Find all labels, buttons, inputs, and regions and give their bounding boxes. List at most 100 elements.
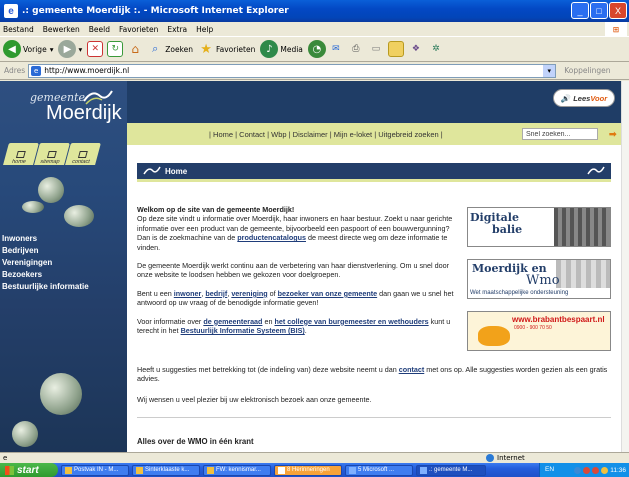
home-icon[interactable]: ⌂ bbox=[127, 41, 143, 57]
mail-icon[interactable]: ✉ bbox=[328, 41, 344, 57]
link-productencatalogus[interactable]: productencatalogus bbox=[237, 233, 306, 242]
favorites-label: Favorieten bbox=[216, 44, 256, 54]
folder-icon[interactable] bbox=[387, 41, 404, 57]
sidenav-inwoners[interactable]: Inwoners bbox=[2, 233, 89, 245]
address-dropdown-icon[interactable]: ▾ bbox=[543, 64, 556, 77]
link-gemeenteraad[interactable]: de gemeenteraad bbox=[203, 317, 262, 326]
menu-bewerken[interactable]: Bewerken bbox=[43, 25, 80, 34]
closing-text: Wij wensen u veel plezier bij uw elektro… bbox=[137, 395, 372, 404]
favorites-star-icon: ★ bbox=[200, 41, 212, 57]
link-bezoeker[interactable]: bezoeker van onze gemeente bbox=[278, 289, 377, 298]
task-gemeente[interactable]: .: gemeente M... bbox=[416, 464, 486, 476]
task-microsoft[interactable]: 5 Microsoft ... bbox=[345, 464, 413, 476]
menu-bestand[interactable]: Bestand bbox=[3, 25, 34, 34]
p3-text: Bent u een bbox=[137, 288, 174, 298]
globe-icon bbox=[486, 454, 494, 462]
address-bar: Adres e http://www.moerdijk.nl ▾ Koppeli… bbox=[0, 62, 629, 80]
banner-brabantbespaart[interactable]: www.brabantbespaart.nl 0900 - 900 70 50 bbox=[467, 311, 611, 351]
clock: 11:36 bbox=[610, 466, 626, 474]
link-vereniging[interactable]: vereniging bbox=[231, 289, 267, 298]
task-label: 5 Microsoft ... bbox=[358, 467, 395, 473]
print-icon[interactable]: ⎙ bbox=[348, 41, 364, 57]
paragraph: De gemeente Moerdijk werkt continu aan d… bbox=[137, 261, 450, 280]
close-button[interactable]: X bbox=[609, 2, 627, 19]
history-icon[interactable]: ◔ bbox=[307, 40, 326, 58]
status-bar: e Internet bbox=[0, 452, 629, 463]
task-label: Sinterklaaste k... bbox=[145, 467, 190, 473]
top-nav-links[interactable]: | Home | Contact | Wbp | Disclaimer | Mi… bbox=[209, 130, 443, 139]
sidenav-bestuurlijke-informatie[interactable]: Bestuurlijke informatie bbox=[2, 281, 89, 293]
link-bedrijf[interactable]: bedrijf bbox=[205, 289, 227, 298]
task-fw[interactable]: FW: kennismar... bbox=[203, 464, 271, 476]
banner-wmo[interactable]: Moerdijk en Wmo Wet maatschappelijke ond… bbox=[467, 259, 611, 299]
sidenav-verenigingen[interactable]: Verenigingen bbox=[2, 257, 89, 269]
stop-icon[interactable]: ✕ bbox=[87, 41, 104, 57]
banner-digitale-balie[interactable]: Digitale balie bbox=[467, 207, 611, 247]
section-underline bbox=[137, 179, 611, 182]
forward-button[interactable]: ▶ ▾ bbox=[58, 40, 82, 58]
minimize-button[interactable]: _ bbox=[571, 2, 589, 19]
link-contact[interactable]: contact bbox=[399, 365, 425, 374]
site-logo[interactable]: gemeente Moerdijk bbox=[30, 90, 122, 125]
leesvoor-button[interactable]: 🔊 Lees Voor bbox=[553, 89, 615, 107]
paragraph: Welkom op de site van de gemeente Moerdi… bbox=[137, 205, 462, 252]
vertical-scrollbar[interactable] bbox=[621, 81, 629, 452]
forward-arrow-icon: ▶ bbox=[58, 40, 77, 58]
links-label[interactable]: Koppelingen bbox=[564, 66, 610, 75]
link-bis[interactable]: Bestuurlijk Informatie Systeem (BIS) bbox=[181, 326, 305, 335]
word-icon bbox=[349, 466, 356, 474]
task-sinterklaas[interactable]: Sinterklaaste k... bbox=[132, 464, 200, 476]
logo-moerdijk: Moerdijk bbox=[46, 102, 122, 124]
media-button[interactable]: ♪ Media bbox=[260, 40, 303, 58]
windows-logo-icon: ⊞ bbox=[605, 22, 627, 36]
link-inwoner[interactable]: inwoner bbox=[174, 289, 202, 298]
divider bbox=[137, 417, 611, 418]
menu-favorieten[interactable]: Favorieten bbox=[119, 25, 158, 34]
start-button[interactable]: start bbox=[0, 463, 58, 477]
antivirus-icon[interactable] bbox=[583, 466, 591, 474]
favorites-button[interactable]: ★ Favorieten bbox=[198, 41, 255, 57]
shortcut-home[interactable]: home bbox=[3, 143, 39, 165]
edit-icon[interactable]: ▭ bbox=[368, 41, 384, 57]
section-title: Home bbox=[165, 166, 188, 176]
contact-icon bbox=[77, 151, 88, 158]
back-arrow-icon: ◀ bbox=[3, 40, 21, 58]
menu-extra[interactable]: Extra bbox=[167, 25, 187, 34]
shortcut-contact[interactable]: contact bbox=[65, 143, 101, 165]
sidenav-bezoekers[interactable]: Bezoekers bbox=[2, 269, 89, 281]
search-button[interactable]: ⌕ Zoeken bbox=[147, 41, 193, 57]
messenger-icon[interactable]: ❖ bbox=[408, 41, 424, 57]
maximize-button[interactable]: □ bbox=[590, 2, 608, 19]
piggy-bank-icon bbox=[478, 326, 510, 346]
link-college[interactable]: het college van burgemeester en wethoude… bbox=[274, 317, 428, 326]
done-icon: e bbox=[3, 454, 8, 462]
shortcut-sitemap[interactable]: sitemap bbox=[34, 143, 70, 165]
tray-icon[interactable] bbox=[601, 466, 609, 474]
top-nav-bar: | Home | Contact | Wbp | Disclaimer | Mi… bbox=[127, 123, 621, 145]
address-input[interactable]: e http://www.moerdijk.nl ▾ bbox=[28, 63, 557, 78]
home-icon bbox=[15, 151, 26, 158]
p4-text: Voor informatie over bbox=[137, 316, 204, 326]
network-icon[interactable] bbox=[574, 466, 582, 474]
task-postvak[interactable]: Postvak IN - M... bbox=[61, 464, 129, 476]
search-label: Zoeken bbox=[165, 44, 194, 54]
research-icon[interactable]: ✲ bbox=[428, 41, 444, 57]
tray-icon[interactable] bbox=[592, 466, 600, 474]
paragraph: Bent u een inwoner, bedrijf, vereniging … bbox=[137, 288, 454, 308]
language-indicator[interactable]: EN bbox=[545, 466, 554, 473]
p5-text: Heeft u suggesties met betrekking tot (d… bbox=[137, 365, 399, 374]
task-herinneringen[interactable]: 8 Herinneringen bbox=[274, 464, 342, 476]
p4-en: en bbox=[262, 316, 275, 326]
search-go-arrow-icon[interactable]: ➡ bbox=[609, 129, 617, 140]
site-search-input[interactable] bbox=[522, 128, 598, 140]
back-button[interactable]: ◀ Vorige ▾ bbox=[3, 40, 53, 58]
refresh-icon[interactable]: ↻ bbox=[107, 41, 124, 57]
back-label: Vorige bbox=[23, 44, 47, 54]
sidenav-bedrijven[interactable]: Bedrijven bbox=[2, 245, 89, 257]
section-header: Home bbox=[137, 163, 611, 179]
header-band bbox=[127, 81, 621, 123]
address-label: Adres bbox=[4, 66, 26, 75]
task-label: FW: kennismar... bbox=[216, 467, 261, 473]
menu-beeld[interactable]: Beeld bbox=[89, 25, 110, 34]
menu-help[interactable]: Help bbox=[196, 25, 213, 34]
